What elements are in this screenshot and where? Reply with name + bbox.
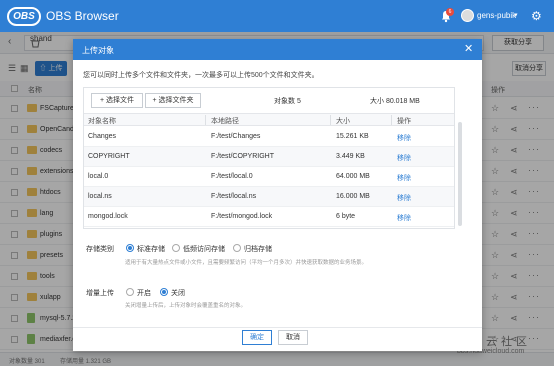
upload-dialog: 上传对象 ✕ 您可以同时上传多个文件和文件夹，一次最多可以上传500个文件和文件… — [73, 39, 482, 351]
upload-file-box: + 选择文件 + 选择文件夹 对象数 5 大小 80.018 MB 对象名称 本… — [83, 87, 462, 229]
incremental-upload-label: 增量上传 — [86, 290, 114, 297]
gear-icon[interactable]: ⚙ — [531, 9, 542, 23]
column-local-path: 本地路径 — [211, 118, 239, 125]
table-row: mongod.lock F:/test/mongod.lock 6 byte 移除 — [84, 207, 454, 227]
storage-class-radio[interactable] — [172, 244, 180, 252]
column-divider — [330, 115, 331, 125]
app-title: OBS Browser — [46, 9, 119, 23]
local-path: F:/test/local.0 — [211, 173, 253, 180]
object-name: Changes — [88, 133, 117, 140]
file-size: 15.261 KB — [336, 133, 369, 140]
storage-class-radio[interactable] — [126, 244, 134, 252]
dialog-title: 上传对象 — [82, 46, 114, 55]
column-size: 大小 — [336, 118, 350, 125]
dialog-header: 上传对象 ✕ — [73, 39, 482, 60]
remove-link[interactable]: 移除 — [397, 213, 411, 223]
close-icon[interactable]: ✕ — [464, 42, 473, 55]
object-name: mongod.lock — [88, 213, 128, 220]
storage-class-radio-label[interactable]: 归档存储 — [244, 244, 272, 254]
object-name: local.0 — [88, 173, 109, 180]
remove-link[interactable]: 移除 — [397, 153, 411, 163]
dialog-footer-divider — [73, 327, 482, 328]
file-size: 6 byte — [336, 213, 356, 220]
column-action: 操作 — [397, 118, 411, 125]
scrollbar[interactable] — [458, 122, 462, 226]
total-size: 大小 80.018 MB — [370, 98, 420, 105]
table-row: Changes F:/test/Changes 15.261 KB 移除 — [84, 127, 454, 147]
chevron-down-icon[interactable]: ▾ — [514, 11, 518, 19]
object-name: COPYRIGHT — [88, 153, 130, 160]
local-path: F:/test/mongod.lock — [211, 213, 273, 220]
title-bar: OBS OBS Browser 6 gens-pubik ▾ ⚙ — [0, 0, 554, 32]
column-divider — [205, 115, 206, 125]
remove-link[interactable]: 移除 — [397, 193, 411, 203]
user-name[interactable]: gens-pubik — [477, 11, 516, 20]
file-size: 64.000 MB — [336, 173, 370, 180]
file-size: 16.000 MB — [336, 193, 370, 200]
column-object-name: 对象名称 — [88, 118, 116, 125]
incremental-radio-label[interactable]: 关闭 — [171, 288, 185, 298]
incremental-radio-label[interactable]: 开启 — [137, 288, 151, 298]
local-path: F:/test/COPYRIGHT — [211, 153, 275, 160]
incremental-radio[interactable] — [160, 288, 168, 296]
column-divider — [391, 115, 392, 125]
notification-badge: 6 — [446, 8, 454, 16]
obs-logo: OBS — [7, 7, 41, 26]
dialog-description: 您可以同时上传多个文件和文件夹，一次最多可以上传500个文件和文件夹。 — [83, 72, 319, 79]
storage-hint: 适用于有大量热点文件或小文件，且需要频繁访问（平均一个月多次）并快速获取数据的业… — [125, 260, 368, 266]
ok-button[interactable]: 确定 — [242, 330, 272, 345]
select-file-button[interactable]: + 选择文件 — [91, 93, 143, 108]
avatar[interactable] — [461, 9, 474, 22]
storage-class-radio-label[interactable]: 标准存储 — [137, 244, 165, 254]
remove-link[interactable]: 移除 — [397, 133, 411, 143]
local-path: F:/test/local.ns — [211, 193, 257, 200]
local-path: F:/test/Changes — [211, 133, 261, 140]
table-row: local.0 F:/test/local.0 64.000 MB 移除 — [84, 167, 454, 187]
select-folder-button[interactable]: + 选择文件夹 — [145, 93, 201, 108]
table-header: 对象名称 本地路径 大小 操作 — [84, 113, 454, 126]
table-row: COPYRIGHT F:/test/COPYRIGHT 3.449 KB 移除 — [84, 147, 454, 167]
incremental-hint: 关闭增量上传后，上传对象时会覆盖重名的对象。 — [125, 303, 247, 309]
cancel-button[interactable]: 取消 — [278, 330, 308, 345]
storage-class-label: 存储类别 — [86, 246, 114, 253]
file-size: 3.449 KB — [336, 153, 365, 160]
object-name: local.ns — [88, 193, 112, 200]
object-count: 对象数 5 — [274, 98, 301, 105]
table-row: local.ns F:/test/local.ns 16.000 MB 移除 — [84, 187, 454, 207]
storage-class-radio[interactable] — [233, 244, 241, 252]
storage-class-radio-label[interactable]: 低频访问存储 — [183, 244, 225, 254]
remove-link[interactable]: 移除 — [397, 173, 411, 183]
incremental-radio[interactable] — [126, 288, 134, 296]
